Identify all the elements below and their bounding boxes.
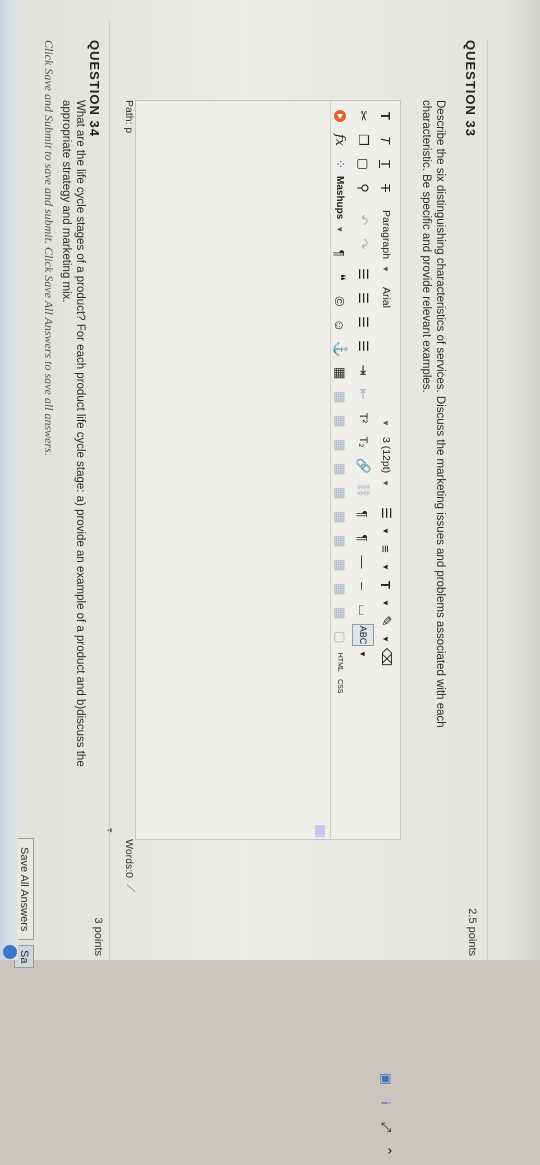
subscript-icon[interactable]: T₂ [353,432,373,452]
q34-prompt-line2: appropriate strategy and marketing mix. [60,100,72,303]
eraser-icon[interactable]: ⌫ [376,647,396,667]
q34-header: QUESTION 34 [87,40,102,137]
chevron-down-icon[interactable]: ▼ [376,563,396,571]
outdent-icon[interactable]: ⇤ [353,384,373,404]
copy-icon[interactable]: ❐ [353,130,373,150]
italic-icon[interactable]: T [376,130,396,150]
css-button[interactable]: CSS [330,677,350,695]
q33-points: 2.5 points [466,908,478,956]
delete-col-icon[interactable]: ▦ [330,555,350,575]
q34-points: 3 points [92,917,104,956]
q33-header: QUESTION 33 [463,40,478,137]
pagebreak-icon[interactable]: ⌴ [353,600,373,620]
toolbar-divider [330,100,331,838]
mashups-select[interactable]: Mashups ▼ [335,176,346,233]
html-button[interactable]: HTML [330,651,350,673]
collapse-icon[interactable]: ⌃ [376,1141,396,1161]
editor-toolbar: T T T T Paragraph ▼ Arial ▼ 3 (12pt) ▼ ☰ ▼ ≡… [329,100,401,1156]
horizontal-rule-icon[interactable]: — [353,552,373,572]
path-label: Path: p [123,100,135,134]
anchor-icon[interactable]: ⚓ [330,339,350,359]
toolbar-row-3: fx ⁘ Mashups ▼ ¶ ❝ © ☺ ⚓ ▦ ▦ ▦ ▦ ▦ ▦ ▦ ▦ … [329,106,351,699]
media-icon[interactable] [330,106,350,126]
top-shadow [500,0,540,960]
ltr-icon[interactable]: ¶ [353,504,373,524]
chevron-down-icon[interactable]: ▼ [376,635,396,643]
divider-mid [109,20,110,960]
footer-instruction: Click Save and Submit to save and submit… [42,40,56,456]
q33-prompt-line1: Describe the six distinguishing characte… [434,100,446,728]
blockquote-icon[interactable]: ❝ [330,267,350,287]
merge-cells-icon[interactable]: ▦ [330,603,350,623]
align-left-icon[interactable]: ☰ [353,264,373,284]
word-count: Words:0 [123,839,135,878]
cut-icon[interactable]: ✂ [353,106,373,126]
divider-top [487,40,488,960]
screen-content: QUESTION 33 2.5 points Describe the six … [0,0,540,1156]
font-select[interactable]: Arial ▼ [380,287,392,427]
bullet-list-icon[interactable]: ☰ [376,503,396,523]
taskbar [0,0,18,960]
spellcheck-icon[interactable]: ▣ [376,1069,396,1089]
insert-row-before-icon[interactable]: ▦ [330,435,350,455]
chevron-down-icon[interactable]: ▼ [376,527,396,535]
size-select[interactable]: 3 (12pt) ▼ [380,437,392,493]
unlink-icon[interactable]: ⛓ [353,480,373,500]
insert-col-after-icon[interactable]: ▦ [330,531,350,551]
start-icon[interactable] [3,945,17,959]
highlight-pen-icon[interactable]: ✎ [376,611,396,631]
chevron-down-icon[interactable]: ▼ [376,599,396,607]
resize-handle-icon[interactable]: ⟋ [123,884,136,892]
mashups-icon[interactable]: ⁘ [330,154,350,174]
paste-icon[interactable]: ▢ [353,154,373,174]
align-justify-icon[interactable]: ☰ [353,336,373,356]
emoticon-icon[interactable]: ☺ [330,315,350,335]
insert-col-before-icon[interactable]: ▦ [330,507,350,527]
paragraph-select[interactable]: Paragraph ▼ [380,210,392,273]
text-color-icon[interactable]: T [376,575,396,595]
copyright-icon[interactable]: © [330,291,350,311]
numbered-list-icon[interactable]: ≡ [376,539,396,559]
toolbar-row-2: ✂ ❐ ▢ ⚲ ↶ ↷ ☰ ☰ ☰ ☰ ⇥ ⇤ T² T₂ 🔗 ⛓ ¶ ¶ — … [352,106,374,662]
underline-icon[interactable]: T [376,154,396,174]
dash-icon[interactable]: – [353,576,373,596]
split-cells-icon[interactable]: ▦ [330,579,350,599]
align-right-icon[interactable]: ☰ [353,312,373,332]
table-icon[interactable]: ▦ [330,363,350,383]
delete-row-icon[interactable]: ▦ [330,483,350,503]
align-center-icon[interactable]: ☰ [353,288,373,308]
q33-prompt-line2: characteristic. Be specific and provide … [420,100,432,393]
table-row-props-icon[interactable]: ▦ [330,387,350,407]
info-icon[interactable]: i [376,1093,396,1113]
fullscreen-icon[interactable]: ⤢ [376,1117,396,1137]
formula-icon[interactable]: fx [330,130,350,150]
chevron-down-icon[interactable]: ▼ [353,650,373,658]
toolbar-row-1: T T T T Paragraph ▼ Arial ▼ 3 (12pt) ▼ ☰ ▼ ≡… [375,106,397,1165]
paragraph-mark-icon[interactable]: ¶ [330,243,350,263]
undo-icon[interactable]: ↶ [353,210,373,230]
superscript-icon[interactable]: T² [353,408,373,428]
scrollbar-thumb[interactable] [315,825,325,837]
spell-check-icon[interactable]: ABC [352,624,374,646]
editor-status-bar: Path: p Words:0 ⟋ [121,100,136,892]
indent-icon[interactable]: ⇥ [353,360,373,380]
link-icon[interactable]: 🔗 [353,456,373,476]
redo-icon[interactable]: ↷ [353,234,373,254]
table-cell-props-icon[interactable]: ▦ [330,411,350,431]
find-icon[interactable]: ⚲ [353,178,373,198]
rtl-icon[interactable]: ¶ [353,528,373,548]
bold-icon[interactable]: T [376,106,396,126]
insert-row-after-icon[interactable]: ▦ [330,459,350,479]
strikethrough-icon[interactable]: T [376,178,396,198]
table-props-icon[interactable]: ▢ [330,627,350,647]
q34-prompt-line1: What are the life cycle stages of a prod… [74,100,86,767]
